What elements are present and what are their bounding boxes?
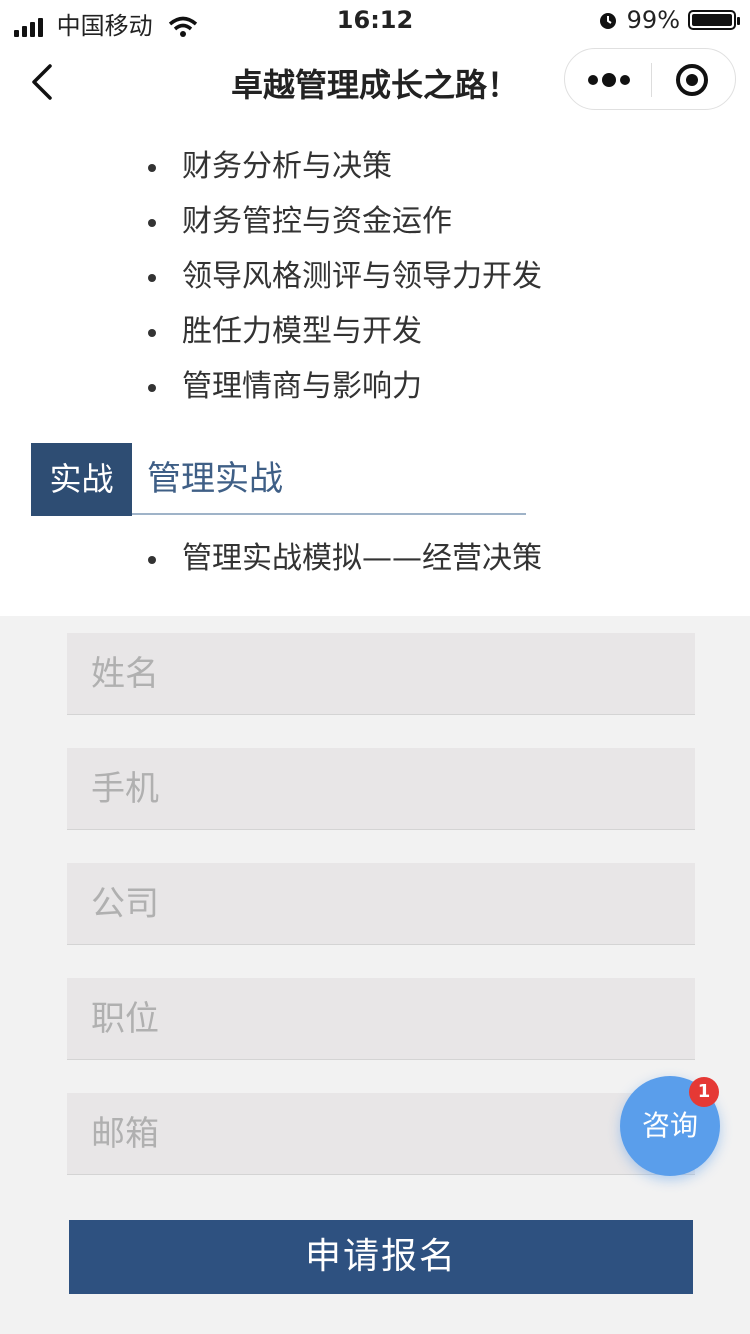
company-field-container (67, 863, 695, 945)
section-badge: 实战 (31, 443, 132, 516)
section-title: 管理实战 (147, 459, 283, 499)
alarm-icon (599, 13, 616, 29)
list-item: 财务管控与资金运作 (146, 199, 542, 254)
list-item: 管理实战模拟——经营决策 (146, 536, 542, 582)
battery-icon (688, 10, 740, 30)
name-input[interactable] (67, 633, 695, 714)
phone-field-container (67, 748, 695, 830)
battery-percent: 99% (626, 6, 680, 34)
course-content: 财务分析与决策 财务管控与资金运作 领导风格测评与领导力开发 胜任力模型与开发 … (0, 124, 750, 616)
mini-program-capsule (564, 48, 736, 110)
status-right: 99% (597, 6, 740, 34)
submit-button[interactable]: 申请报名 (69, 1220, 693, 1294)
list-item: 财务分析与决策 (146, 144, 542, 199)
section-header: 实战 管理实战 (31, 443, 526, 516)
nav-bar: 卓越管理成长之路！ (0, 40, 750, 124)
phone-input[interactable] (67, 748, 695, 829)
more-icon[interactable] (585, 67, 633, 93)
status-bar: 中国移动 16:12 99% (0, 0, 750, 40)
course-list: 财务分析与决策 财务管控与资金运作 领导风格测评与领导力开发 胜任力模型与开发 … (146, 144, 542, 419)
list-item: 领导风格测评与领导力开发 (146, 254, 542, 309)
section-list: 管理实战模拟——经营决策 (146, 536, 542, 582)
position-input[interactable] (67, 978, 695, 1059)
notification-badge: 1 (689, 1077, 719, 1107)
list-item: 胜任力模型与开发 (146, 309, 542, 364)
back-icon[interactable] (26, 60, 66, 104)
name-field-container (67, 633, 695, 715)
target-icon[interactable] (675, 63, 709, 97)
email-input[interactable] (67, 1093, 695, 1174)
position-field-container (67, 978, 695, 1060)
email-field-container (67, 1093, 695, 1175)
company-input[interactable] (67, 863, 695, 944)
list-item: 管理情商与影响力 (146, 364, 542, 419)
capsule-divider (651, 63, 652, 97)
page-title: 卓越管理成长之路！ (230, 66, 519, 104)
section-underline (132, 513, 526, 515)
